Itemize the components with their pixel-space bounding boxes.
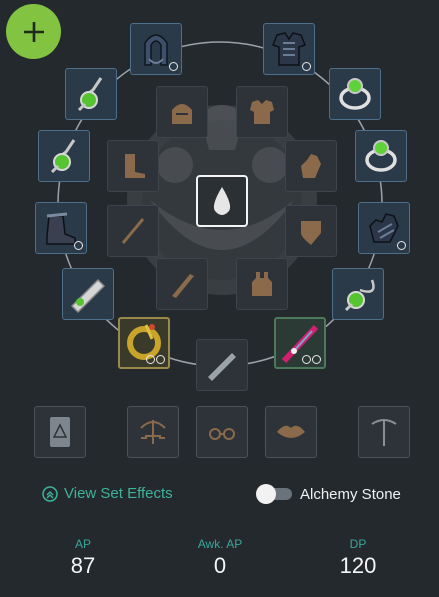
socket-dot bbox=[146, 355, 155, 364]
costume-underwear-slot[interactable] bbox=[236, 258, 288, 310]
earring-icon bbox=[344, 279, 375, 312]
costume-gloves-slot[interactable] bbox=[285, 140, 337, 192]
helmet-slot[interactable] bbox=[130, 23, 182, 75]
stat-dp: DP 120 bbox=[308, 537, 408, 579]
book-icon bbox=[50, 417, 70, 447]
costume-armor-icon bbox=[250, 100, 274, 124]
belt-slot[interactable] bbox=[62, 268, 114, 320]
earring-icon bbox=[50, 139, 76, 174]
stat-label: Awk. AP bbox=[197, 537, 243, 551]
double-chevron-up-icon bbox=[42, 485, 58, 502]
pickaxe-icon bbox=[371, 419, 397, 446]
necklace-slot[interactable] bbox=[65, 68, 117, 120]
stat-value: 0 bbox=[213, 553, 227, 578]
awakening-weapon-slot[interactable] bbox=[274, 317, 326, 369]
costume-main-weapon-slot[interactable] bbox=[107, 205, 159, 257]
lightstone-book-slot[interactable] bbox=[34, 406, 86, 458]
ring-slot-2[interactable] bbox=[355, 130, 407, 182]
necklace-icon bbox=[77, 77, 103, 112]
shoes-slot[interactable] bbox=[35, 202, 87, 254]
socket-dot bbox=[312, 355, 321, 364]
add-build-button[interactable] bbox=[6, 4, 61, 59]
costume-armor-slot[interactable] bbox=[236, 86, 288, 138]
glasses-icon bbox=[209, 428, 235, 440]
alchemy-stone-toggle[interactable] bbox=[256, 484, 292, 504]
costume-sub-weapon-slot[interactable] bbox=[285, 205, 337, 257]
socket-dot bbox=[302, 62, 311, 71]
ring-slot-1[interactable] bbox=[329, 68, 381, 120]
selected-slot[interactable] bbox=[196, 175, 248, 227]
ring-icon bbox=[365, 140, 397, 172]
shield-icon bbox=[301, 221, 321, 245]
staff-icon bbox=[121, 218, 145, 244]
costume-awakening-slot[interactable] bbox=[156, 258, 208, 310]
socket-dot bbox=[156, 355, 165, 364]
costume-shoes-slot[interactable] bbox=[107, 140, 159, 192]
underwear-icon bbox=[252, 272, 272, 296]
stat-label: DP bbox=[349, 537, 367, 551]
stat-value: 87 bbox=[70, 553, 96, 578]
earring-slot-2[interactable] bbox=[332, 268, 384, 320]
lips-icon bbox=[277, 425, 305, 438]
plus-icon bbox=[23, 21, 44, 42]
view-set-effects-label: View Set Effects bbox=[64, 485, 173, 502]
armor-slot[interactable] bbox=[263, 23, 315, 75]
stat-label: AP bbox=[74, 537, 91, 551]
stat-awk-ap: Awk. AP 0 bbox=[170, 537, 270, 579]
sword-icon bbox=[172, 274, 194, 298]
pickaxe-slot[interactable] bbox=[358, 406, 410, 458]
lantern-slot[interactable] bbox=[127, 406, 179, 458]
ring-icon bbox=[339, 78, 371, 110]
blade-icon bbox=[208, 353, 236, 381]
scales-icon bbox=[140, 420, 166, 444]
costume-helmet-icon bbox=[172, 104, 192, 124]
socket-dot bbox=[74, 241, 83, 250]
alchemy-stone-label: Alchemy Stone bbox=[300, 486, 401, 503]
socket-dot bbox=[169, 62, 178, 71]
toggle-knob bbox=[256, 484, 276, 504]
glove-icon bbox=[301, 154, 321, 178]
costume-main-weapon-2-slot[interactable] bbox=[196, 339, 248, 391]
gloves-slot[interactable] bbox=[358, 202, 410, 254]
teardrop-icon bbox=[213, 187, 231, 215]
view-set-effects-link[interactable]: View Set Effects bbox=[42, 485, 173, 502]
socket-dot bbox=[397, 241, 406, 250]
stat-ap: AP 87 bbox=[33, 537, 133, 579]
socket-dot bbox=[302, 355, 311, 364]
lips-slot[interactable] bbox=[265, 406, 317, 458]
sub-weapon-slot[interactable] bbox=[118, 317, 170, 369]
boot-icon bbox=[125, 154, 145, 178]
stat-value: 120 bbox=[339, 553, 377, 578]
glasses-slot[interactable] bbox=[196, 406, 248, 458]
costume-helmet-slot[interactable] bbox=[156, 86, 208, 138]
belt-icon bbox=[70, 278, 106, 314]
earring-slot-1[interactable] bbox=[38, 130, 90, 182]
helmet-icon bbox=[144, 34, 168, 66]
